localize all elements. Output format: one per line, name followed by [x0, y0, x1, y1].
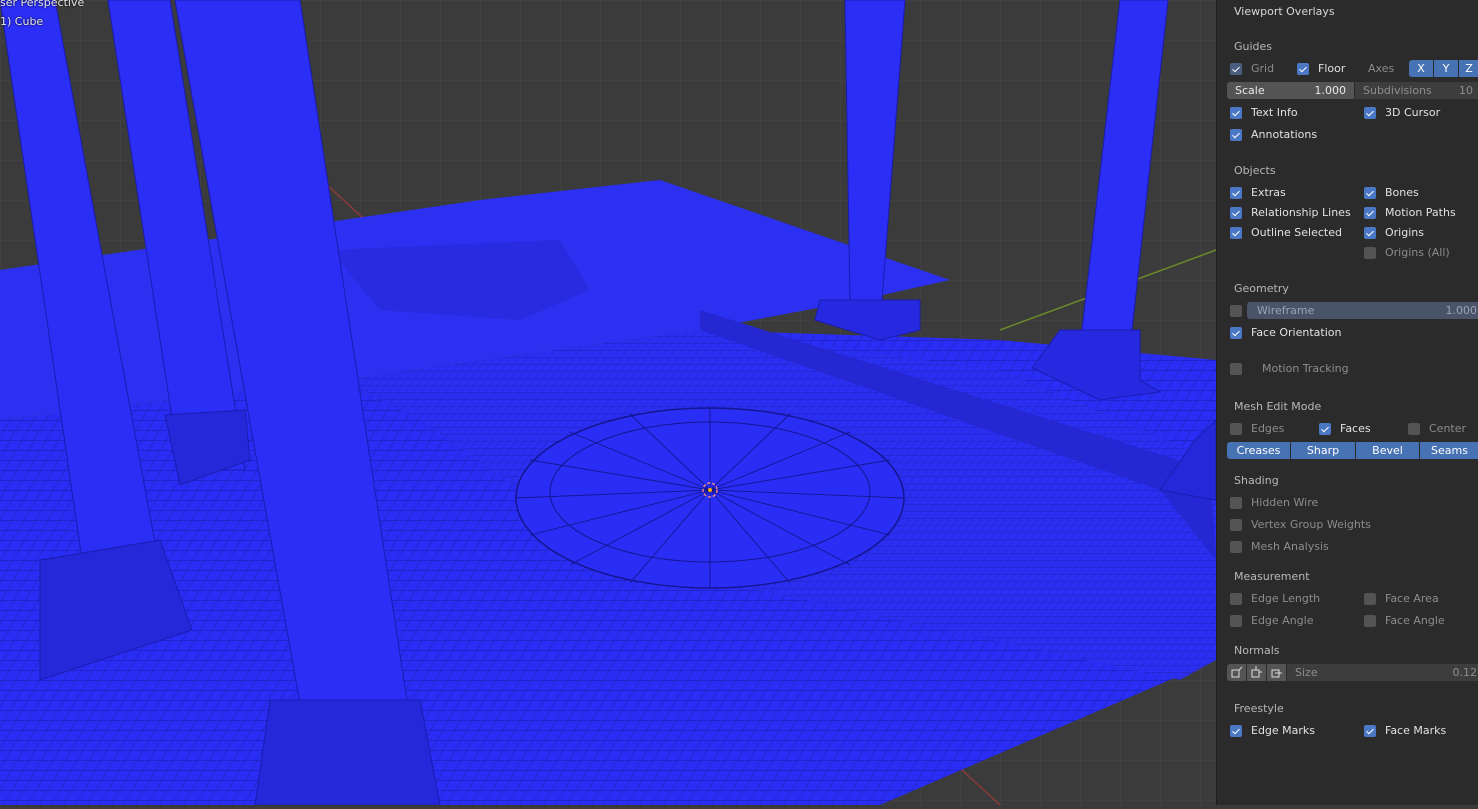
wireframe-value: 1.000 [1445, 304, 1478, 317]
mesh-analysis-label: Mesh Analysis [1251, 540, 1329, 553]
section-guides: Guides [1234, 40, 1273, 53]
center-label: Center [1429, 422, 1467, 435]
faces-label: Faces [1340, 422, 1371, 435]
3d-cursor-checkbox[interactable] [1364, 107, 1376, 119]
bones-label: Bones [1385, 186, 1419, 199]
vertex-group-weights-label: Vertex Group Weights [1251, 518, 1371, 531]
bones-checkbox[interactable] [1364, 187, 1376, 199]
scale-label: Scale [1235, 84, 1265, 97]
extras-checkbox[interactable] [1230, 187, 1242, 199]
vertex-normal-icon [1231, 666, 1243, 678]
edge-angle-label: Edge Angle [1251, 614, 1314, 627]
view-label: ser Perspective [0, 0, 85, 9]
wireframe-label: Wireframe [1257, 304, 1315, 317]
viewport-overlays-panel: Viewport Overlays Guides Grid Floor Axes… [1216, 0, 1478, 805]
center-checkbox[interactable] [1408, 423, 1420, 435]
edges-label: Edges [1251, 422, 1285, 435]
section-measurement: Measurement [1234, 570, 1310, 583]
face-angle-checkbox[interactable] [1364, 615, 1376, 627]
section-normals: Normals [1234, 644, 1280, 657]
face-area-label: Face Area [1385, 592, 1439, 605]
section-shading: Shading [1234, 474, 1279, 487]
creases-toggle[interactable]: Creases [1227, 442, 1290, 459]
hidden-wire-label: Hidden Wire [1251, 496, 1319, 509]
section-objects: Objects [1234, 164, 1276, 177]
grid-checkbox[interactable] [1230, 63, 1242, 75]
origins-checkbox[interactable] [1364, 227, 1376, 239]
outline-selected-label: Outline Selected [1251, 226, 1342, 239]
face-area-checkbox[interactable] [1364, 593, 1376, 605]
face-orientation-checkbox[interactable] [1230, 327, 1242, 339]
face-marks-label: Face Marks [1385, 724, 1447, 737]
axes-label: Axes [1368, 62, 1395, 75]
face-orientation-label: Face Orientation [1251, 326, 1342, 339]
face-normals-button[interactable] [1267, 664, 1286, 681]
section-mesh-edit-mode: Mesh Edit Mode [1234, 400, 1322, 413]
wireframe-checkbox[interactable] [1230, 305, 1242, 317]
axis-z-toggle[interactable]: Z [1459, 60, 1478, 77]
scale-value: 1.000 [1314, 84, 1347, 97]
face-angle-label: Face Angle [1385, 614, 1445, 627]
motion-tracking-label: Motion Tracking [1262, 362, 1349, 375]
origins-all-label: Origins (All) [1385, 246, 1450, 259]
face-normal-icon [1271, 669, 1282, 678]
scale-field[interactable]: Scale 1.000 [1227, 82, 1354, 99]
grid-label: Grid [1251, 62, 1275, 75]
floor-label: Floor [1318, 62, 1346, 75]
motion-tracking-checkbox[interactable] [1230, 363, 1242, 375]
section-freestyle: Freestyle [1234, 702, 1284, 715]
sharp-toggle[interactable]: Sharp [1291, 442, 1355, 459]
text-info-checkbox[interactable] [1230, 107, 1242, 119]
annotations-label: Annotations [1251, 128, 1318, 141]
vertex-group-weights-checkbox[interactable] [1230, 519, 1242, 531]
edges-checkbox[interactable] [1230, 423, 1242, 435]
3d-cursor-label: 3D Cursor [1385, 106, 1441, 119]
normals-size-field[interactable]: Size 0.12 [1287, 664, 1478, 681]
relationship-lines-label: Relationship Lines [1251, 206, 1351, 219]
panel-title: Viewport Overlays [1234, 5, 1335, 18]
extras-label: Extras [1251, 186, 1286, 199]
vertex-normals-button[interactable] [1227, 664, 1246, 681]
face-marks-checkbox[interactable] [1364, 725, 1376, 737]
subdivisions-field[interactable]: Subdivisions 10 [1355, 82, 1478, 99]
motion-paths-label: Motion Paths [1385, 206, 1456, 219]
split-normal-icon [1251, 666, 1262, 678]
faces-checkbox[interactable] [1319, 423, 1331, 435]
seams-toggle[interactable]: Seams [1420, 442, 1478, 459]
central-disc [515, 407, 905, 589]
text-info-label: Text Info [1251, 106, 1298, 119]
object-label: 1) Cube [0, 15, 44, 28]
edge-length-label: Edge Length [1251, 592, 1321, 605]
edge-angle-checkbox[interactable] [1230, 615, 1242, 627]
floor-checkbox[interactable] [1297, 63, 1309, 75]
relationship-lines-checkbox[interactable] [1230, 207, 1242, 219]
subdivisions-label: Subdivisions [1363, 84, 1432, 97]
normals-size-label: Size [1295, 666, 1318, 679]
subdivisions-value: 10 [1459, 84, 1473, 97]
annotations-checkbox[interactable] [1230, 129, 1242, 141]
axis-y-toggle[interactable]: Y [1434, 60, 1458, 77]
edge-marks-checkbox[interactable] [1230, 725, 1242, 737]
origins-all-checkbox[interactable] [1364, 247, 1376, 259]
origin-dot [708, 488, 712, 492]
edge-length-checkbox[interactable] [1230, 593, 1242, 605]
section-geometry: Geometry [1234, 282, 1289, 295]
normals-size-value: 0.12 [1452, 666, 1478, 679]
split-normals-button[interactable] [1247, 664, 1266, 681]
edge-marks-label: Edge Marks [1251, 724, 1316, 737]
wireframe-slider[interactable]: Wireframe 1.000 [1247, 302, 1478, 319]
outline-selected-checkbox[interactable] [1230, 227, 1242, 239]
mesh-analysis-checkbox[interactable] [1230, 541, 1242, 553]
axis-x-toggle[interactable]: X [1409, 60, 1433, 77]
origins-label: Origins [1385, 226, 1424, 239]
motion-paths-checkbox[interactable] [1364, 207, 1376, 219]
bevel-toggle[interactable]: Bevel [1356, 442, 1419, 459]
hidden-wire-checkbox[interactable] [1230, 497, 1242, 509]
